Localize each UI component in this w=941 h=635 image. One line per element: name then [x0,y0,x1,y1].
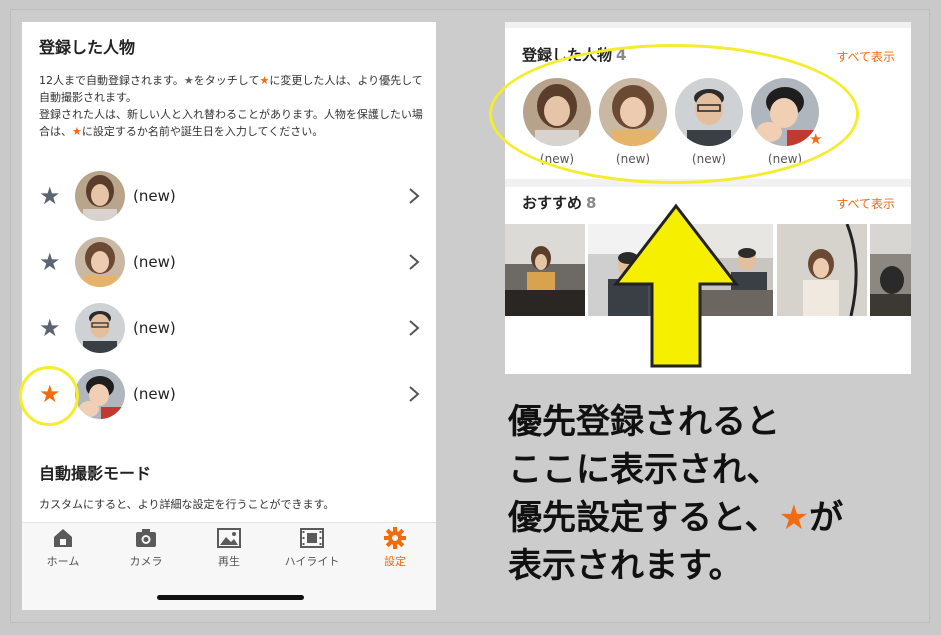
person-row[interactable]: ★ (new) [22,232,436,292]
avatar [75,237,125,287]
avatar [75,303,125,353]
tab-playback[interactable]: 再生 [188,527,270,575]
registered-people-screen: 登録した人物 12人まで自動登録されます。★をタッチして★に変更した人は、より優… [22,22,436,610]
auto-shoot-mode-title: 自動撮影モード [39,464,152,483]
up-arrow-icon [612,203,740,368]
auto-shoot-mode-description: カスタムにすると、より詳細な設定を行うことができます。 [39,498,335,511]
highlight-circle [19,366,79,426]
orange-star-icon: ★ [259,74,270,87]
avatar [75,171,125,221]
person-row[interactable]: ★ (new) [22,364,436,424]
highlight-ellipse [489,44,859,184]
see-all-registered-link[interactable]: すべて表示 [836,48,895,65]
person-name: (new) [133,253,176,271]
person-name: (new) [133,319,176,337]
person-name: (new) [133,187,176,205]
priority-star-toggle[interactable]: ★ [39,184,61,208]
chevron-right-icon [409,320,420,336]
page-title: 登録した人物 [39,38,136,57]
camera-icon [136,529,156,547]
photo-thumbnail[interactable] [870,224,911,316]
film-icon [300,528,324,548]
gray-star-icon: ★ [183,74,194,87]
recommended-section-title: おすすめ 8 [522,194,597,212]
orange-star-icon: ★ [72,125,82,138]
image-icon [217,528,241,548]
tab-home[interactable]: ホーム [22,527,104,575]
person-row[interactable]: ★ (new) [22,298,436,358]
chevron-right-icon [409,188,420,204]
tab-highlight[interactable]: ハイライト [271,527,353,575]
person-name: (new) [133,385,176,403]
chevron-right-icon [409,254,420,270]
chevron-right-icon [409,386,420,402]
see-all-recommended-link[interactable]: すべて表示 [836,195,895,212]
home-indicator [157,595,304,600]
registered-description: 12人まで自動登録されます。★をタッチして★に変更した人は、より優先して自動撮影… [39,74,423,138]
photo-thumbnail[interactable] [505,224,585,316]
recommended-count: 8 [586,194,597,212]
home-icon [54,529,72,547]
priority-star-toggle[interactable]: ★ [39,250,61,274]
top-strip [505,22,911,28]
tab-camera[interactable]: カメラ [105,527,187,575]
tab-settings[interactable]: 設定 [354,527,436,575]
gear-icon [384,527,406,549]
avatar [75,369,125,419]
priority-star-toggle[interactable]: ★ [39,316,61,340]
person-row[interactable]: ★ (new) [22,166,436,226]
orange-star-icon: ★ [778,498,810,538]
photo-thumbnail[interactable] [777,224,867,316]
explanation-caption: 優先登録されると ここに表示され、 優先設定すると、★が 表示されます。 [508,402,844,586]
